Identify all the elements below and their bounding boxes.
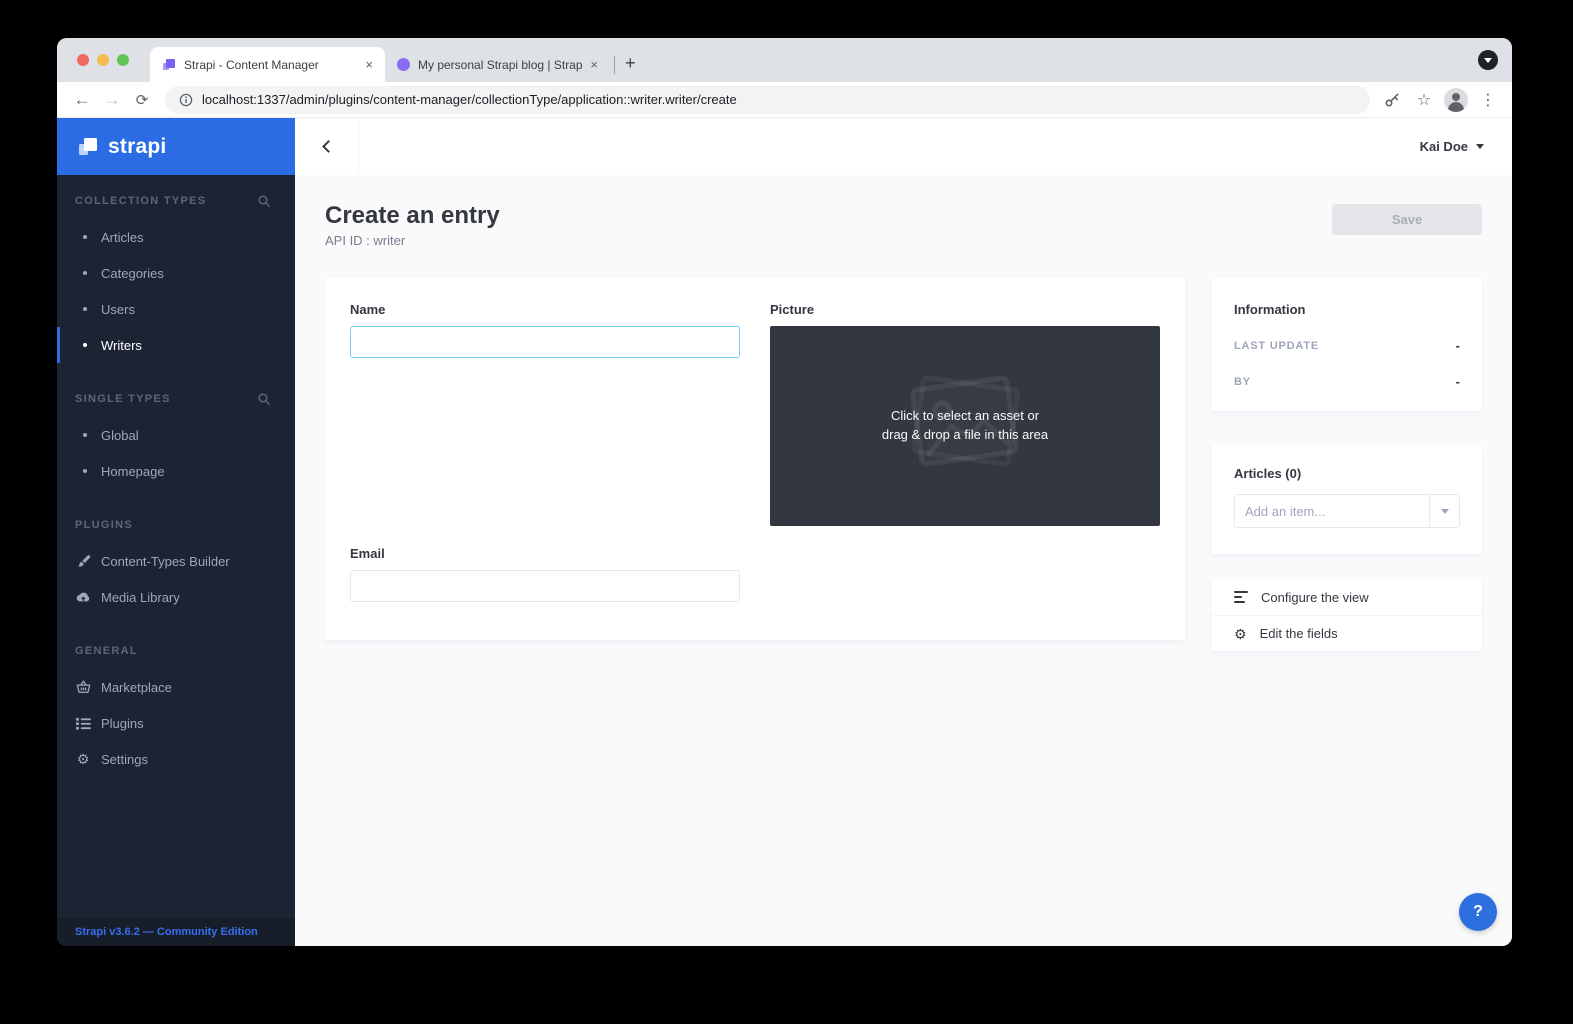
articles-panel: Articles (0) Add an item...	[1212, 444, 1482, 554]
email-input[interactable]	[350, 570, 740, 602]
search-icon[interactable]	[257, 392, 271, 406]
edit-fields-link[interactable]: ⚙ Edit the fields	[1212, 615, 1482, 651]
strapi-logo-text: strapi	[108, 135, 166, 159]
bullet-icon	[83, 307, 87, 311]
forward-button[interactable]: →	[97, 90, 127, 110]
sidebar-item-global[interactable]: Global	[57, 417, 295, 453]
minimize-window-button[interactable]	[97, 54, 109, 66]
strapi-version-link[interactable]: Strapi v3.6.2 — Community Edition	[57, 918, 295, 946]
dropzone-text: Click to select an asset or drag & drop …	[882, 407, 1048, 445]
reload-button[interactable]: ⟳	[127, 91, 157, 109]
articles-title: Articles (0)	[1234, 466, 1460, 481]
sidebar-item-users[interactable]: Users	[57, 291, 295, 327]
save-button[interactable]: Save	[1332, 204, 1482, 235]
search-icon[interactable]	[257, 194, 271, 208]
picture-field-label: Picture	[770, 302, 1160, 317]
entry-form-card: Name Picture	[325, 278, 1185, 640]
gear-icon: ⚙	[1234, 627, 1247, 641]
chevron-down-icon	[1484, 58, 1492, 63]
chevron-down-icon	[1476, 144, 1484, 149]
articles-select[interactable]: Add an item...	[1234, 494, 1460, 528]
window-controls[interactable]	[77, 54, 129, 66]
browser-toolbar: ← → ⟳ localhost:1337/admin/plugins/conte…	[57, 82, 1512, 118]
select-caret-button[interactable]	[1429, 495, 1459, 527]
configure-view-link[interactable]: Configure the view	[1212, 579, 1482, 615]
maximize-window-button[interactable]	[117, 54, 129, 66]
profile-avatar[interactable]	[1442, 88, 1470, 112]
back-button[interactable]: ←	[67, 90, 97, 110]
sidebar-item-marketplace[interactable]: Marketplace	[57, 669, 295, 705]
section-collection-types: COLLECTION TYPES	[57, 191, 295, 211]
help-button[interactable]: ?	[1459, 893, 1497, 931]
articles-select-placeholder: Add an item...	[1235, 504, 1429, 519]
bullet-icon	[83, 235, 87, 239]
brush-icon	[75, 554, 91, 569]
picture-dropzone[interactable]: Click to select an asset or drag & drop …	[770, 326, 1160, 526]
close-window-button[interactable]	[77, 54, 89, 66]
sidebar-item-content-types-builder[interactable]: Content-Types Builder	[57, 543, 295, 579]
bullet-icon	[83, 343, 87, 347]
close-tab-icon[interactable]: ×	[363, 57, 375, 72]
sidebar-nav: COLLECTION TYPES Articles Categories Use…	[57, 175, 295, 918]
bullet-icon	[83, 469, 87, 473]
bullet-icon	[83, 433, 87, 437]
list-icon	[75, 717, 91, 730]
bullet-icon	[83, 271, 87, 275]
close-tab-icon[interactable]: ×	[588, 57, 600, 72]
user-menu[interactable]: Kai Doe	[1420, 139, 1512, 154]
sidebar-item-homepage[interactable]: Homepage	[57, 453, 295, 489]
chevron-down-icon	[1441, 509, 1449, 514]
strapi-logo[interactable]: strapi	[57, 118, 295, 175]
app-header: Kai Doe	[295, 118, 1512, 175]
cloud-upload-icon	[75, 590, 91, 604]
bookmark-star-icon[interactable]: ☆	[1410, 90, 1438, 110]
strapi-favicon-icon	[162, 58, 176, 72]
tab-strip: Strapi - Content Manager × My personal S…	[57, 38, 1512, 82]
browser-window: Strapi - Content Manager × My personal S…	[57, 38, 1512, 946]
tab-title: My personal Strapi blog | Strap	[418, 58, 582, 72]
side-panels: Information LAST UPDATE - BY - Articles …	[1212, 278, 1482, 651]
tab-search-button[interactable]	[1478, 50, 1498, 70]
information-panel: Information LAST UPDATE - BY -	[1212, 278, 1482, 411]
page-title: Create an entry	[325, 202, 1482, 230]
go-back-button[interactable]	[295, 118, 359, 175]
by-row: BY -	[1234, 374, 1460, 389]
blog-favicon-icon	[397, 58, 410, 71]
last-update-row: LAST UPDATE -	[1234, 338, 1460, 353]
sidebar-item-media-library[interactable]: Media Library	[57, 579, 295, 615]
chevron-left-icon	[322, 140, 335, 153]
sidebar-item-settings[interactable]: ⚙ Settings	[57, 741, 295, 777]
sidebar-item-articles[interactable]: Articles	[57, 219, 295, 255]
name-input[interactable]	[350, 326, 740, 358]
section-general: GENERAL	[57, 641, 295, 661]
toolbar-icons: ☆ ⋮	[1378, 88, 1502, 112]
info-icon	[179, 93, 193, 107]
url-text[interactable]: localhost:1337/admin/plugins/content-man…	[202, 92, 737, 107]
tab-strapi-blog[interactable]: My personal Strapi blog | Strap ×	[385, 47, 610, 82]
basket-icon	[75, 680, 91, 694]
user-name: Kai Doe	[1420, 139, 1468, 154]
sidebar-item-categories[interactable]: Categories	[57, 255, 295, 291]
new-tab-button[interactable]: +	[621, 53, 646, 82]
page-subtitle: API ID : writer	[325, 233, 1482, 248]
tab-strapi-content-manager[interactable]: Strapi - Content Manager ×	[150, 47, 385, 82]
password-key-icon[interactable]	[1378, 92, 1406, 108]
name-field-label: Name	[350, 302, 740, 317]
content-area: Create an entry API ID : writer Save Nam…	[295, 175, 1512, 946]
section-single-types: SINGLE TYPES	[57, 389, 295, 409]
sidebar: strapi COLLECTION TYPES Articles Categor…	[57, 118, 295, 946]
url-bar[interactable]: localhost:1337/admin/plugins/content-man…	[165, 86, 1370, 114]
sidebar-item-plugins[interactable]: Plugins	[57, 705, 295, 741]
browser-menu-icon[interactable]: ⋮	[1474, 90, 1502, 110]
strapi-logo-icon	[77, 136, 99, 158]
email-field-label: Email	[350, 546, 740, 561]
gear-icon: ⚙	[75, 752, 91, 766]
tab-title: Strapi - Content Manager	[184, 58, 357, 72]
information-title: Information	[1234, 302, 1460, 317]
view-links-panel: Configure the view ⚙ Edit the fields	[1212, 579, 1482, 651]
section-plugins: PLUGINS	[57, 515, 295, 535]
tab-divider	[614, 56, 615, 74]
sidebar-item-writers[interactable]: Writers	[57, 327, 295, 363]
layout-bars-icon	[1234, 591, 1248, 604]
